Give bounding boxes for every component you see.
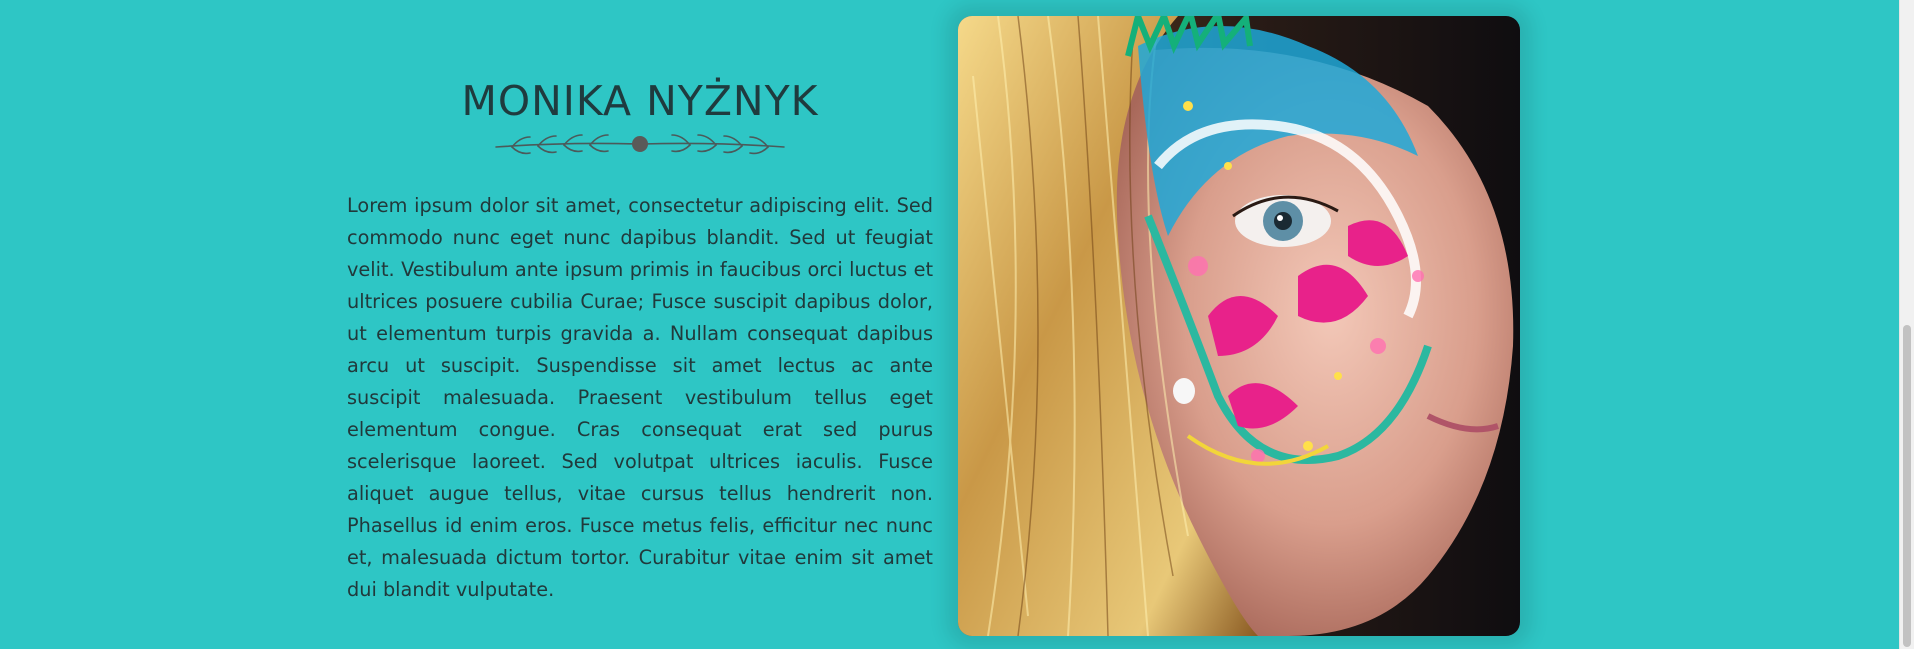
about-section: MONIKA NYŻNYK Lorem ipsum dolor sit amet… (0, 0, 1899, 649)
portrait-photo (958, 16, 1520, 636)
scrollbar-thumb[interactable] (1903, 325, 1911, 647)
page-scrollbar[interactable] (1899, 0, 1914, 649)
leaf-branch-ornament-icon (495, 134, 785, 155)
about-paragraph: Lorem ipsum dolor sit amet, consectetur … (347, 194, 933, 601)
page-title: MONIKA NYŻNYK (461, 77, 819, 125)
